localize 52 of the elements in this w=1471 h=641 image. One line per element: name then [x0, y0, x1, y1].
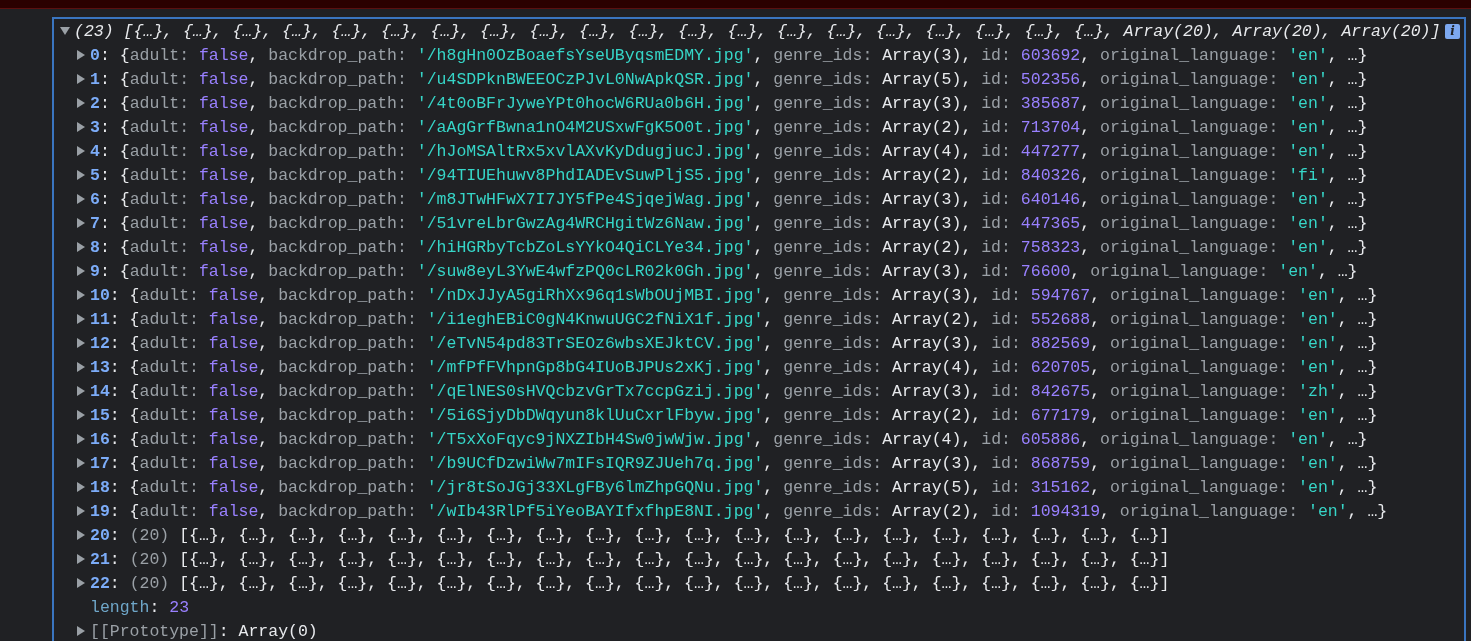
caret-icon[interactable]: [60, 26, 70, 36]
log-line[interactable]: 0: {adult: false, backdrop_path: '/h8gHn0OzBoaefsYseUByqsmEDMY.jpg', genre_ids: Array(3), id: 603692, original_language: 'en', …}: [90, 45, 1368, 65]
log-line[interactable]: 19: {adult: false, backdrop_path: '/wIb43RlPf5iYeoBAYIfxfhpE8NI.jpg', genre_ids: Array(2), id: 1094319, original_language: 'en', …}: [90, 501, 1388, 521]
log-line[interactable]: 8: {adult: false, backdrop_path: '/hiHGRbyTcbZoLsYYkO4QiCLYe34.jpg', genre_ids: Array(2), id: 758323, original_language: 'en', …}: [90, 237, 1368, 257]
caret-icon[interactable]: [76, 458, 86, 468]
caret-icon[interactable]: [76, 146, 86, 156]
caret-icon[interactable]: [76, 194, 86, 204]
log-line[interactable]: 11: {adult: false, backdrop_path: '/i1eghEBiC0gN4KnwuUGC2fNiX1f.jpg', genre_ids: Array(2), id: 552688, original_language: 'en', …}: [90, 309, 1378, 329]
log-line[interactable]: 6: {adult: false, backdrop_path: '/m8JTwHFwX7I7JY5fPe4SjqejWag.jpg', genre_ids: Array(3), id: 640146, original_language: 'en', …}: [90, 189, 1368, 209]
log-line[interactable]: 18: {adult: false, backdrop_path: '/jr8tSoJGj33XLgFBy6lmZhpGQNu.jpg', genre_ids: Array(5), id: 315162, original_language: 'en', …}: [90, 477, 1378, 497]
caret-icon[interactable]: [76, 74, 86, 84]
caret-icon[interactable]: [76, 434, 86, 444]
caret-icon[interactable]: [76, 554, 86, 564]
caret-icon[interactable]: [76, 290, 86, 300]
log-line[interactable]: 3: {adult: false, backdrop_path: '/aAgGrfBwna1nO4M2USxwFgK5O0t.jpg', genre_ids: Array(2), id: 713704, original_language: 'en', …}: [90, 117, 1368, 137]
caret-icon[interactable]: [76, 266, 86, 276]
property-line: length: 23: [90, 597, 190, 617]
caret-icon[interactable]: [76, 242, 86, 252]
caret-icon[interactable]: [76, 170, 86, 180]
caret-icon[interactable]: [76, 506, 86, 516]
caret-icon[interactable]: [76, 578, 86, 588]
caret-icon[interactable]: [76, 626, 86, 636]
log-line[interactable]: (23) [{…}, {…}, {…}, {…}, {…}, {…}, {…}, {…}, {…}, {…}, {…}, {…}, {…}, {…}, {…}, {…}, {…}, {…}, {…}, {…}, Array(20), Array(20), Array(20)]: [74, 21, 1441, 41]
log-line[interactable]: 4: {adult: false, backdrop_path: '/hJoMSAltRx5xvlAXvKyDdugjucJ.jpg', genre_ids: Array(4), id: 447277, original_language: 'en', …}: [90, 141, 1368, 161]
log-line[interactable]: 1: {adult: false, backdrop_path: '/u4SDPknBWEEOCzPJvL0NwApkQSR.jpg', genre_ids: Array(5), id: 502356, original_language: 'en', …}: [90, 69, 1368, 89]
caret-icon[interactable]: [76, 98, 86, 108]
log-line[interactable]: 5: {adult: false, backdrop_path: '/94TIUEhuwv8PhdIADEvSuwPljS5.jpg', genre_ids: Array(2), id: 840326, original_language: 'fi', …}: [90, 165, 1368, 185]
info-icon[interactable]: i: [1445, 23, 1460, 39]
caret-icon[interactable]: [76, 530, 86, 540]
log-line[interactable]: 14: {adult: false, backdrop_path: '/qElNES0sHVQcbzvGrTx7ccpGzij.jpg', genre_ids: Array(3), id: 842675, original_language: 'zh', …}: [90, 381, 1378, 401]
caret-icon[interactable]: [76, 122, 86, 132]
caret-icon[interactable]: [76, 362, 86, 372]
log-line[interactable]: 17: {adult: false, backdrop_path: '/b9UCfDzwiWw7mIFsIQR9ZJUeh7q.jpg', genre_ids: Array(3), id: 868759, original_language: 'en', …}: [90, 453, 1378, 473]
log-line[interactable]: 9: {adult: false, backdrop_path: '/suw8eyL3YwE4wfzPQ0cLR02k0Gh.jpg', genre_ids: Array(3), id: 76600, original_language: 'en', …}: [90, 261, 1358, 281]
log-line[interactable]: 15: {adult: false, backdrop_path: '/5i6SjyDbDWqyun8klUuCxrlFbyw.jpg', genre_ids: Array(2), id: 677179, original_language: 'en', …}: [90, 405, 1378, 425]
caret-icon[interactable]: [76, 482, 86, 492]
caret-icon[interactable]: [76, 218, 86, 228]
caret-icon[interactable]: [76, 50, 86, 60]
log-line[interactable]: 22: (20) [{…}, {…}, {…}, {…}, {…}, {…}, {…}, {…}, {…}, {…}, {…}, {…}, {…}, {…}, {…}, {…}, {…}, {…}, {…}, {…}]: [90, 573, 1170, 593]
log-line[interactable]: 20: (20) [{…}, {…}, {…}, {…}, {…}, {…}, {…}, {…}, {…}, {…}, {…}, {…}, {…}, {…}, {…}, {…}, {…}, {…}, {…}, {…}]: [90, 525, 1170, 545]
caret-icon[interactable]: [76, 338, 86, 348]
log-line[interactable]: 21: (20) [{…}, {…}, {…}, {…}, {…}, {…}, {…}, {…}, {…}, {…}, {…}, {…}, {…}, {…}, {…}, {…}, {…}, {…}, {…}, {…}]: [90, 549, 1170, 569]
log-line[interactable]: 2: {adult: false, backdrop_path: '/4t0oBFrJyweYPt0hocW6RUa0b6H.jpg', genre_ids: Array(3), id: 385687, original_language: 'en', …}: [90, 93, 1368, 113]
log-line[interactable]: 13: {adult: false, backdrop_path: '/mfPfFVhpnGp8bG4IUoBJPUs2xKj.jpg', genre_ids: Array(4), id: 620705, original_language: 'en', …}: [90, 357, 1378, 377]
log-line[interactable]: 7: {adult: false, backdrop_path: '/51vreLbrGwzAg4WRCHgitWz6Naw.jpg', genre_ids: Array(3), id: 447365, original_language: 'en', …}: [90, 213, 1368, 233]
caret-icon[interactable]: [76, 410, 86, 420]
log-line[interactable]: [[Prototype]]: Array(0): [90, 621, 318, 641]
log-line[interactable]: 16: {adult: false, backdrop_path: '/T5xXoFqyc9jNXZIbH4Sw0jwWjw.jpg', genre_ids: Array(4), id: 605886, original_language: 'en', …}: [90, 429, 1368, 449]
caret-icon[interactable]: [76, 314, 86, 324]
log-line[interactable]: 10: {adult: false, backdrop_path: '/nDxJJyA5giRhXx96q1sWbOUjMBI.jpg', genre_ids: Array(3), id: 594767, original_language: 'en', …}: [90, 285, 1378, 305]
caret-icon[interactable]: [76, 386, 86, 396]
log-line[interactable]: 12: {adult: false, backdrop_path: '/eTvN54pd83TrSEOz6wbsXEJktCV.jpg', genre_ids: Array(3), id: 882569, original_language: 'en', …}: [90, 333, 1378, 353]
